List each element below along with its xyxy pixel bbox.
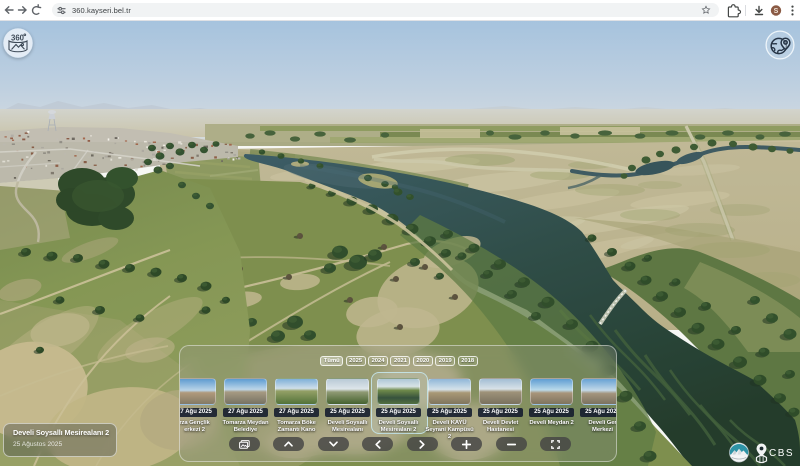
- svg-text:S: S: [774, 8, 779, 15]
- svg-text:CBS: CBS: [769, 448, 794, 459]
- svg-text:360: 360: [11, 34, 25, 43]
